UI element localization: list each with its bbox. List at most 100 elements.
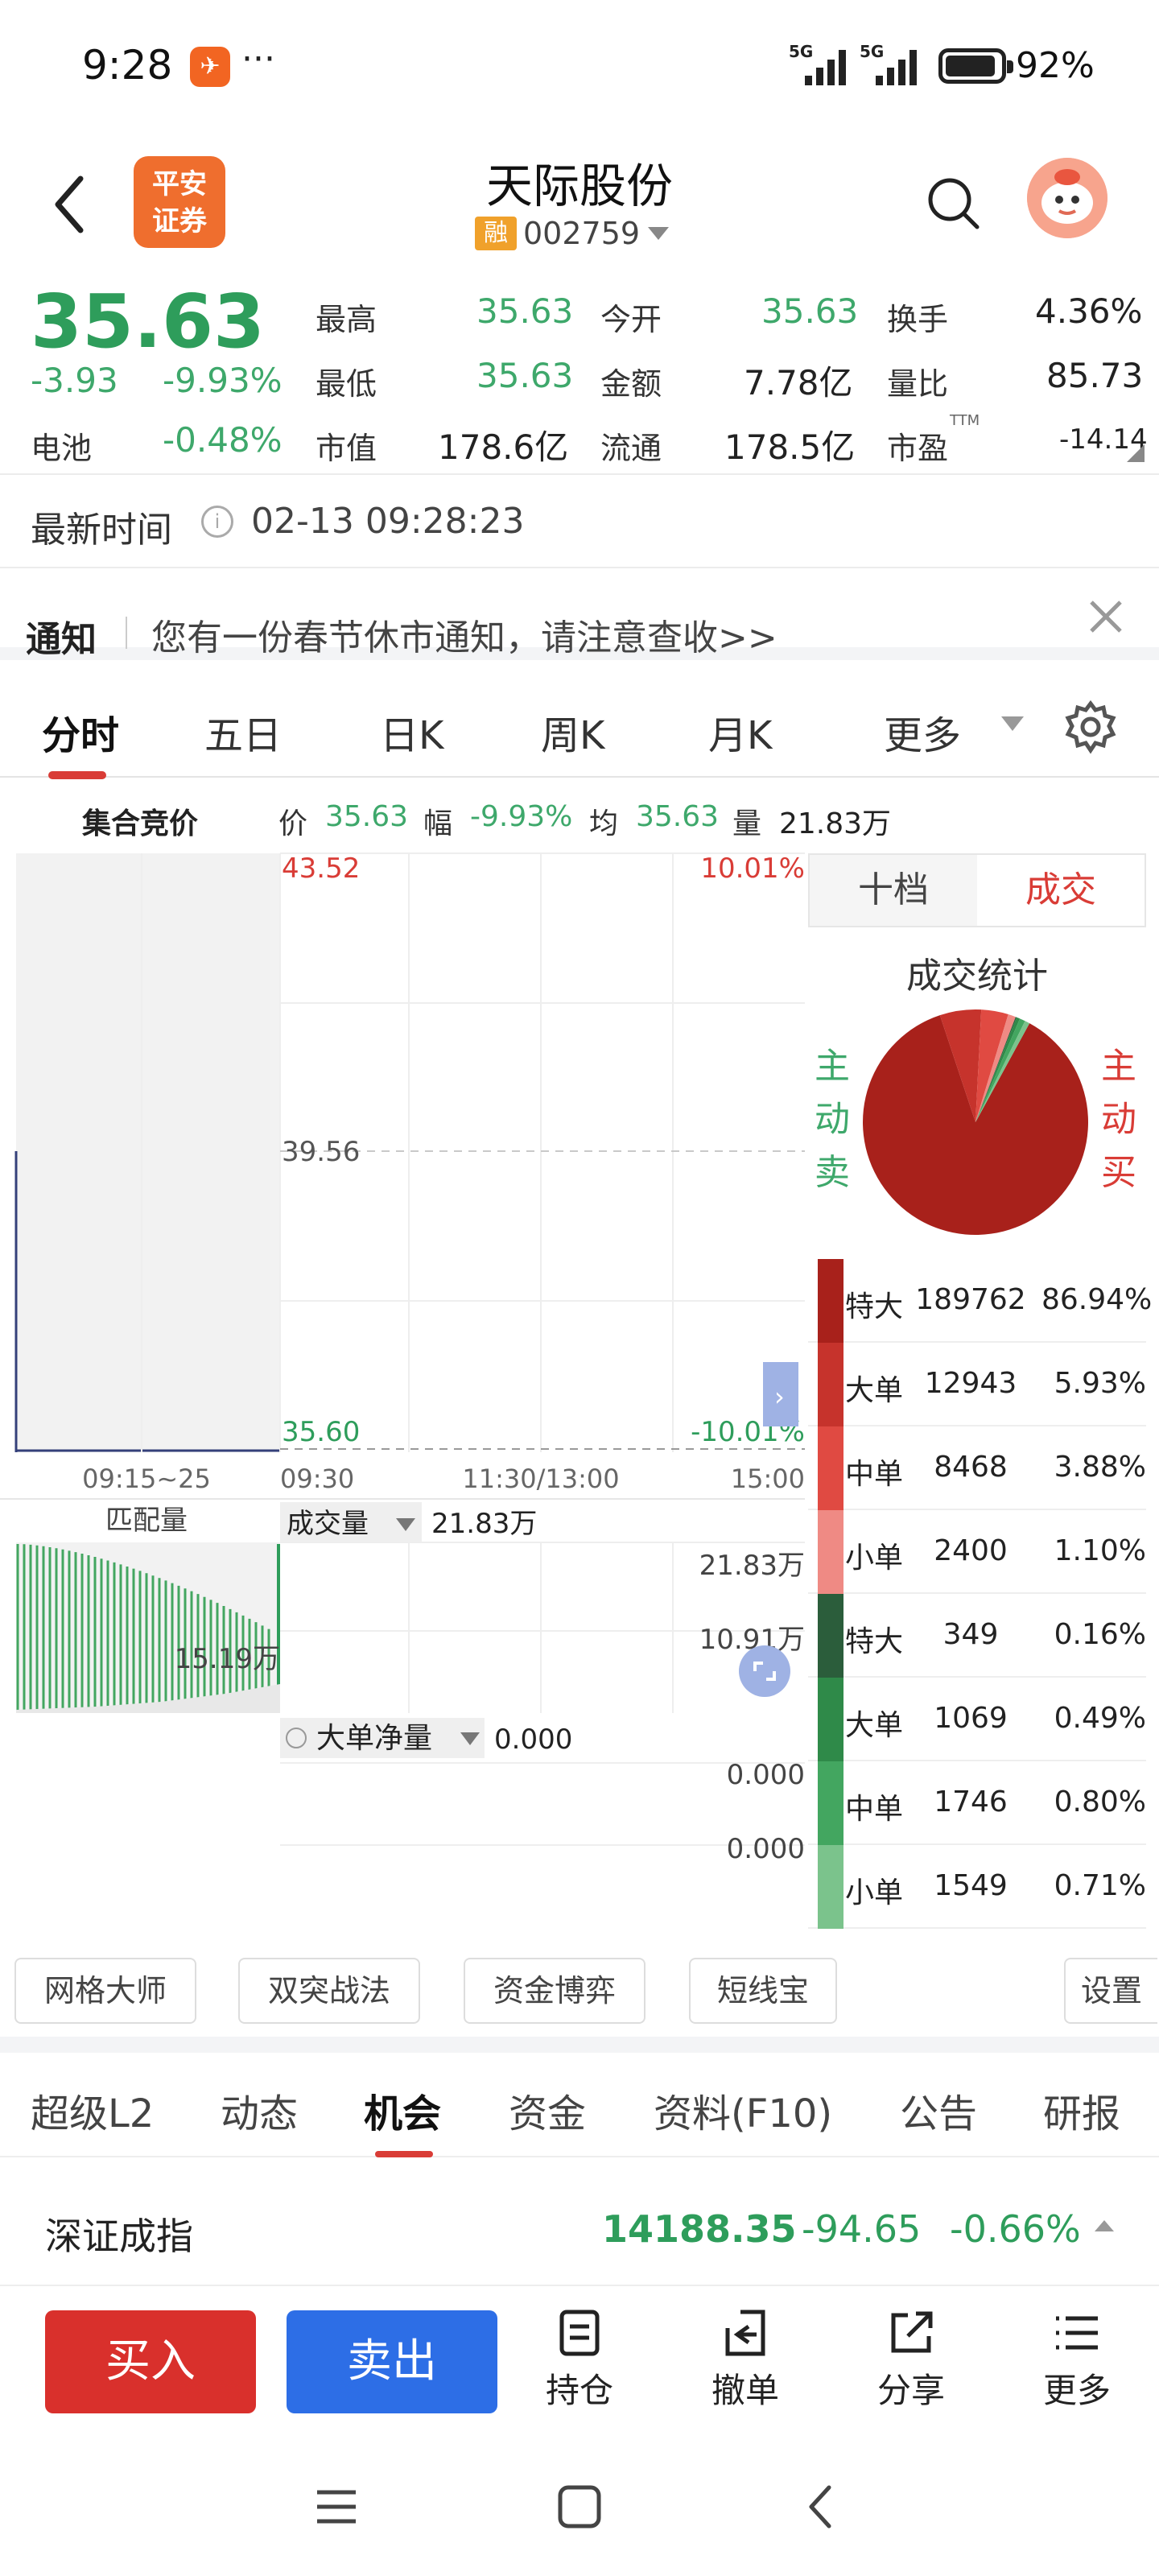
- pie-slices: [863, 1009, 1088, 1235]
- info-vol: 21.83万: [779, 807, 892, 840]
- intraday-chart[interactable]: 43.52 39.56 35.60 10.01% -10.01% › 09:15…: [0, 850, 805, 1961]
- nav-back-icon[interactable]: [798, 2483, 847, 2531]
- info-tabs: 超级L2 动态 机会 资金 资料(F10) 公告 研报: [0, 2053, 1159, 2157]
- gear-icon[interactable]: [1062, 699, 1119, 755]
- low-value: 35.63: [476, 356, 574, 395]
- avatar[interactable]: [1027, 158, 1107, 238]
- recent-apps-icon[interactable]: [312, 2483, 361, 2531]
- tab-funds[interactable]: 资金: [509, 2082, 586, 2138]
- update-time-bar: 最新时间 i 02-13 09:28:23: [0, 475, 1159, 568]
- tab-order-book[interactable]: 十档: [810, 855, 977, 926]
- buy-button[interactable]: 买入: [45, 2310, 256, 2413]
- holdings-label: 持仓: [545, 2371, 613, 2410]
- open-label: 今开: [600, 302, 662, 337]
- index-name: 深证成指: [45, 2215, 193, 2258]
- trade-stats-panel: 十档 成交 成交统计 主动卖 主动买 特大 189762 86.94% 大单 12943…: [808, 853, 1153, 1940]
- tab-monthly-k[interactable]: 月K: [708, 704, 772, 760]
- tab-more[interactable]: 更多: [884, 704, 961, 760]
- tab-research[interactable]: 研报: [1043, 2082, 1120, 2138]
- active-subtab-underline: [375, 2151, 433, 2157]
- stats-row: 小单 1549 0.71%: [808, 1845, 1146, 1929]
- menu-list-icon: [1056, 2316, 1098, 2350]
- info-avg-label: 均: [589, 807, 619, 840]
- pe-label: 市盈: [887, 431, 949, 466]
- sell-button[interactable]: 卖出: [287, 2310, 497, 2413]
- tab-five-day[interactable]: 五日: [204, 704, 282, 760]
- stats-row-color: [818, 1845, 843, 1929]
- x-label-auction: 09:15~25: [82, 1463, 211, 1494]
- chart-info-line: 集合竞价 价 35.63 幅 -9.93% 均 35.63 量 21.83万: [0, 778, 1159, 850]
- stats-row-count: 1746: [934, 1785, 1008, 1818]
- float-value: 178.5亿: [724, 427, 856, 467]
- home-icon[interactable]: [555, 2483, 604, 2531]
- tab-daily-k[interactable]: 日K: [380, 704, 443, 760]
- index-value: 14188.35: [602, 2207, 797, 2251]
- info-icon[interactable]: i: [201, 506, 233, 538]
- tab-more-chevron-icon[interactable]: [1001, 716, 1024, 731]
- tab-news[interactable]: 动态: [221, 2082, 298, 2138]
- tab-opportunity[interactable]: 机会: [364, 2082, 441, 2157]
- stats-row-color: [818, 1259, 843, 1343]
- stock-code-selector[interactable]: 融 002759: [475, 216, 670, 256]
- tab-super-l2[interactable]: 超级L2: [31, 2082, 154, 2138]
- index-change: -94.65: [802, 2207, 922, 2251]
- stats-row-color: [818, 1426, 843, 1510]
- chart-tabs: 分时 五日 日K 周K 月K 更多: [0, 673, 1159, 779]
- x-label-open: 09:30: [280, 1463, 354, 1494]
- short-term-button[interactable]: 短线宝: [689, 1958, 837, 2024]
- app-notification-icon: ✈: [190, 47, 230, 87]
- stats-row-pct: 86.94%: [1041, 1283, 1153, 1316]
- notice-divider: [126, 617, 127, 649]
- trade-pie-chart: [863, 1009, 1088, 1235]
- notice-text[interactable]: 您有一份春节休市通知，请注意查收>>: [151, 609, 777, 660]
- holdings-button[interactable]: 持仓: [531, 2309, 628, 2421]
- stats-title: 成交统计: [906, 956, 1048, 997]
- tab-profile[interactable]: 资料(F10): [654, 2082, 832, 2138]
- fund-game-button[interactable]: 资金博弈: [464, 1958, 645, 2024]
- stats-row-count: 12943: [924, 1367, 1017, 1400]
- quote-panel: 35.63 -3.93 -9.93% 电池 -0.48% 最高 35.63 最低…: [0, 274, 1159, 475]
- pct-top-label: 10.01%: [700, 852, 805, 885]
- stats-row-count: 1549: [934, 1869, 1008, 1902]
- battery-icon: [938, 48, 1013, 84]
- stats-row-color: [818, 1510, 843, 1594]
- margin-tag: 融: [475, 217, 517, 250]
- notice-bar[interactable]: 通知 您有一份春节休市通知，请注意查收>>: [0, 568, 1159, 660]
- fullscreen-icon[interactable]: [739, 1645, 790, 1697]
- close-icon[interactable]: [1082, 592, 1130, 641]
- double-breakout-button[interactable]: 双突战法: [238, 1958, 420, 2024]
- status-time: 9:28: [82, 42, 173, 89]
- tab-trades[interactable]: 成交: [977, 855, 1145, 926]
- cancel-order-button[interactable]: 撤单: [697, 2309, 794, 2421]
- net-selector-label[interactable]: 大单净量: [316, 1722, 432, 1755]
- settings-button[interactable]: 设置: [1064, 1958, 1157, 2024]
- more-button[interactable]: 更多: [1029, 2309, 1125, 2421]
- expand-up-icon[interactable]: [1095, 2220, 1114, 2231]
- tab-announcements[interactable]: 公告: [900, 2082, 977, 2138]
- index-pct: -0.66%: [950, 2207, 1081, 2251]
- index-ticker[interactable]: 深证成指 14188.35 -94.65 -0.66%: [0, 2165, 1159, 2286]
- net-selector-value: 0.000: [494, 1724, 572, 1756]
- share-label: 分享: [876, 2371, 945, 2410]
- tab-weekly-k[interactable]: 周K: [541, 704, 604, 760]
- stats-row: 中单 1746 0.80%: [808, 1761, 1146, 1845]
- pe-ttm-sup: TTM: [950, 412, 980, 429]
- info-avg: 35.63: [636, 800, 720, 833]
- stats-row-pct: 0.80%: [1054, 1785, 1146, 1818]
- y-top-label: 43.52: [282, 852, 360, 885]
- volume-selector-label[interactable]: 成交量: [287, 1508, 369, 1540]
- strategy-tools: 网格大师 双突战法 资金博弈 短线宝 设置: [0, 1951, 1159, 2037]
- chevron-right-icon: ›: [774, 1381, 785, 1412]
- share-button[interactable]: 分享: [863, 2309, 959, 2421]
- x-label-close: 15:00: [731, 1463, 805, 1494]
- grid-master-button[interactable]: 网格大师: [14, 1958, 196, 2024]
- y-mid-label: 39.56: [282, 1136, 360, 1168]
- more-label: 更多: [1042, 2371, 1111, 2410]
- auction-label: 集合竞价: [82, 807, 199, 840]
- sector-label[interactable]: 电池: [31, 423, 92, 468]
- expand-corner-icon[interactable]: [1127, 444, 1145, 462]
- search-icon[interactable]: [922, 172, 984, 233]
- stats-row-count: 189762: [915, 1283, 1026, 1316]
- more-notifications-icon: ···: [241, 39, 275, 80]
- tab-intraday[interactable]: 分时: [42, 704, 119, 779]
